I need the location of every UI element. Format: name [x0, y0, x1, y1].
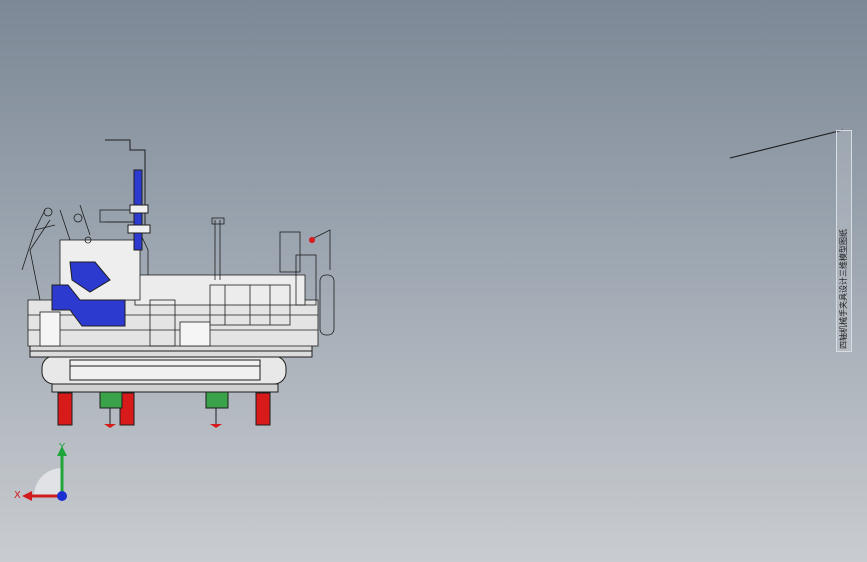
cad-viewport[interactable]: 四轴机械手夹具设计三维模型图纸 Y X — [0, 0, 867, 562]
annotation-leader — [729, 129, 844, 159]
x-axis-arrow — [22, 491, 32, 501]
annotation-note[interactable]: 四轴机械手夹具设计三维模型图纸 — [836, 130, 852, 352]
axis-triad: Y X — [14, 442, 67, 501]
annotation-text: 四轴机械手夹具设计三维模型图纸 — [839, 229, 848, 349]
y-axis-label: Y — [58, 442, 66, 453]
triad-plane-indicator — [34, 468, 62, 496]
z-axis-dot — [57, 491, 67, 501]
x-axis-label: X — [14, 490, 21, 501]
